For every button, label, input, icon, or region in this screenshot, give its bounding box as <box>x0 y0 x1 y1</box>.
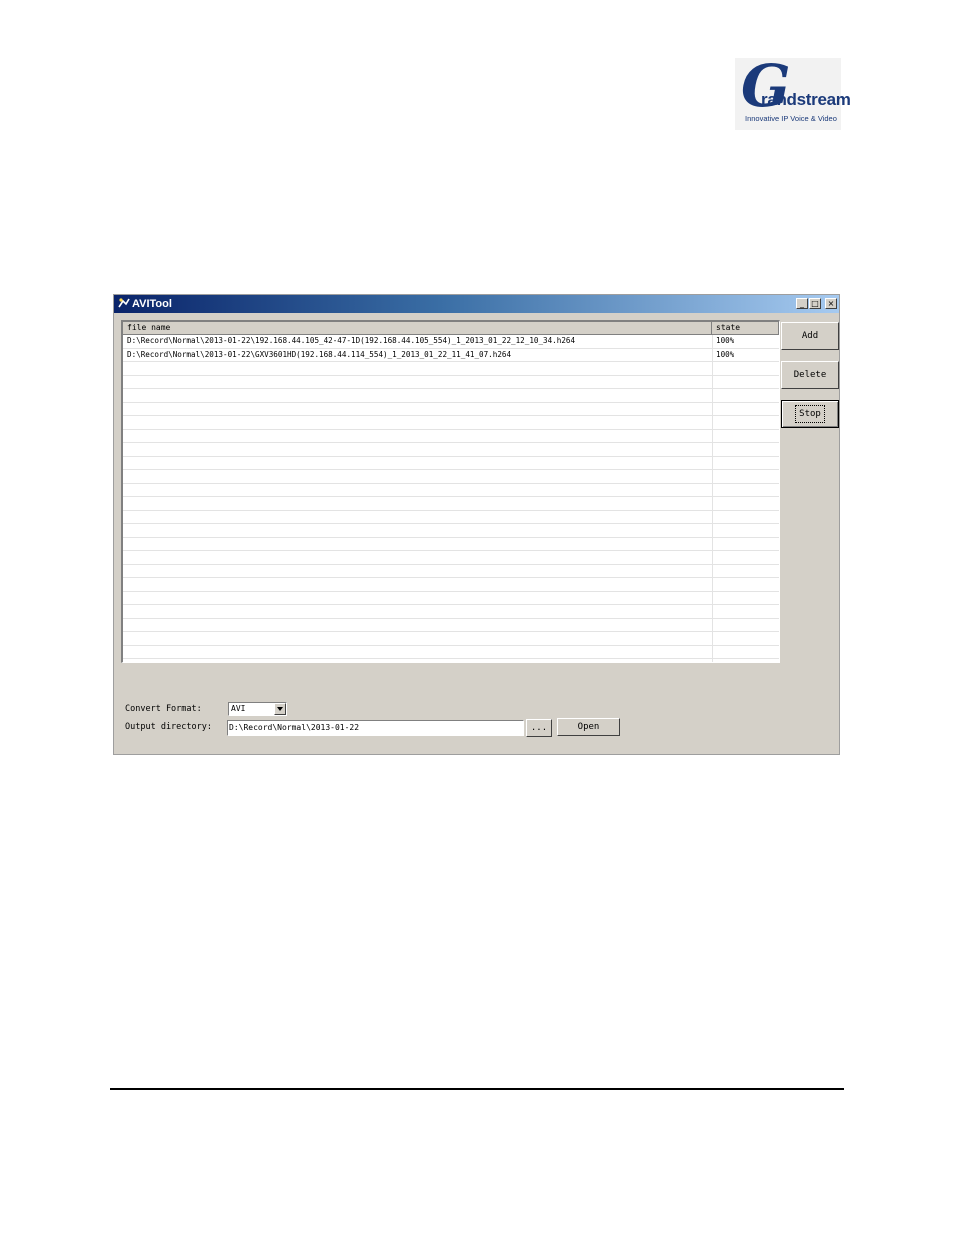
empty-row[interactable] <box>123 511 779 524</box>
add-button[interactable]: Add <box>781 322 839 350</box>
state-cell: 100% <box>716 336 735 345</box>
empty-row[interactable] <box>123 619 779 632</box>
empty-row[interactable] <box>123 484 779 497</box>
convert-format-select[interactable]: AVI <box>228 702 287 716</box>
browse-button[interactable]: ... <box>526 719 552 737</box>
column-header-state[interactable]: state <box>712 322 779 335</box>
window-title: AVITool <box>132 298 172 310</box>
file-list[interactable]: file name state D:\Record\Normal\2013-01… <box>121 320 780 663</box>
empty-row[interactable] <box>123 457 779 470</box>
logo-tagline: Innovative IP Voice & Video <box>745 114 837 123</box>
file-name-cell: D:\Record\Normal\2013-01-22\192.168.44.1… <box>127 336 576 345</box>
empty-row[interactable] <box>123 592 779 605</box>
convert-format-label: Convert Format: <box>125 704 202 714</box>
avitool-window: AVITool _ □ × file name state D:\Record\… <box>113 294 840 755</box>
stop-button[interactable]: Stop <box>781 400 839 428</box>
empty-row[interactable] <box>123 416 779 430</box>
minimize-button[interactable]: _ <box>796 298 808 309</box>
output-directory-label: Output directory: <box>125 722 212 732</box>
empty-row[interactable] <box>123 497 779 511</box>
empty-row[interactable] <box>123 430 779 443</box>
maximize-button[interactable]: □ <box>809 298 821 309</box>
empty-row[interactable] <box>123 632 779 646</box>
grandstream-logo: G randstream Innovative IP Voice & Video <box>735 56 851 130</box>
empty-row[interactable] <box>123 551 779 565</box>
logo-word: randstream <box>761 90 851 109</box>
table-row[interactable]: D:\Record\Normal\2013-01-22\192.168.44.1… <box>123 335 779 349</box>
title-bar[interactable]: AVITool _ □ × <box>114 295 839 313</box>
chevron-down-icon[interactable] <box>274 703 286 715</box>
output-directory-input[interactable]: D:\Record\Normal\2013-01-22 <box>227 720 524 736</box>
stop-button-label: Stop <box>795 405 825 423</box>
empty-row[interactable] <box>123 470 779 484</box>
table-row[interactable]: D:\Record\Normal\2013-01-22\GXV3601HD(19… <box>123 349 779 362</box>
empty-row[interactable] <box>123 605 779 619</box>
empty-row[interactable] <box>123 578 779 592</box>
add-button-label: Add <box>801 331 819 341</box>
empty-row[interactable] <box>123 565 779 578</box>
empty-row[interactable] <box>123 403 779 416</box>
delete-button[interactable]: Delete <box>781 361 839 389</box>
footer-rule <box>110 1088 844 1090</box>
file-name-cell: D:\Record\Normal\2013-01-22\GXV3601HD(19… <box>127 349 512 359</box>
app-icon <box>118 298 130 308</box>
empty-row[interactable] <box>123 443 779 457</box>
empty-row[interactable] <box>123 524 779 538</box>
state-cell: 100% <box>716 349 735 359</box>
convert-format-value: AVI <box>231 704 246 713</box>
empty-row[interactable] <box>123 646 779 659</box>
empty-row[interactable] <box>123 376 779 389</box>
empty-row[interactable] <box>123 538 779 551</box>
empty-row[interactable] <box>123 389 779 403</box>
column-header-file-name[interactable]: file name <box>123 322 712 335</box>
empty-row[interactable] <box>123 362 779 376</box>
column-separator <box>712 335 713 662</box>
close-button[interactable]: × <box>825 298 837 309</box>
open-button[interactable]: Open <box>557 718 620 736</box>
delete-button-label: Delete <box>793 370 827 380</box>
